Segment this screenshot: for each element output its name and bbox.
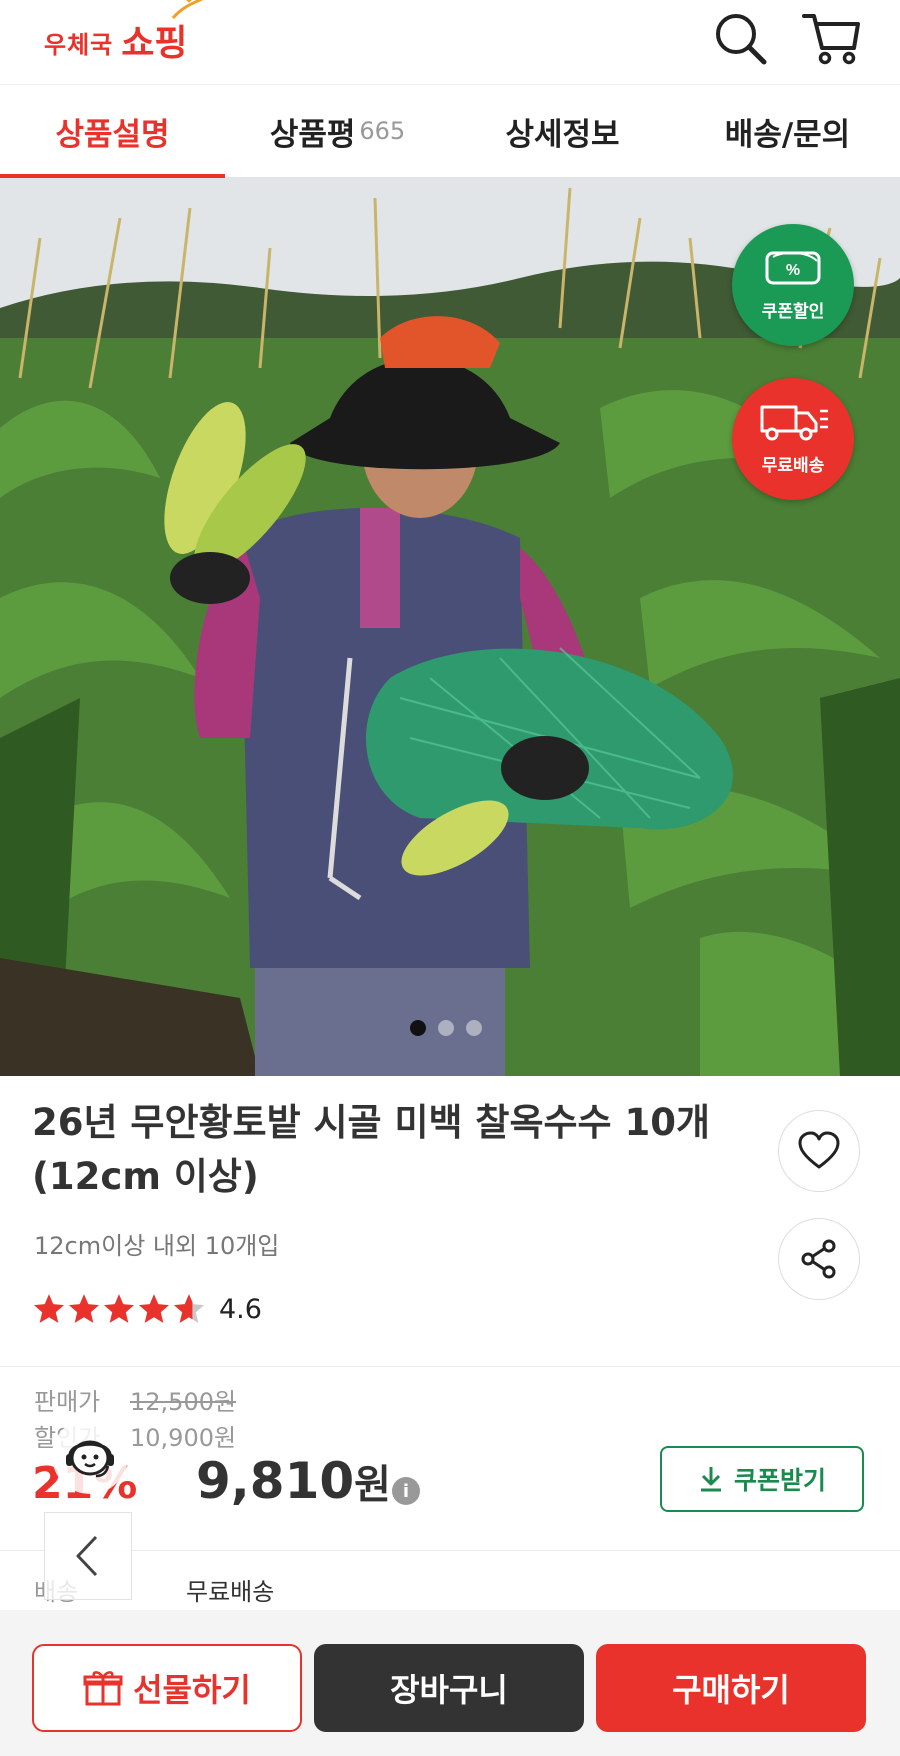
product-title-line1: 26년 무안황토밭 시골 미백 찰옥수수 10개 xyxy=(32,1101,710,1144)
bottom-action-bar: 선물하기 장바구니 구매하기 xyxy=(0,1610,900,1756)
svg-text:%: % xyxy=(786,262,800,279)
gift-icon xyxy=(83,1671,123,1706)
final-price: 9,810원 xyxy=(196,1452,391,1510)
delivery-truck-icon xyxy=(760,405,828,441)
shipping-badge-label: 무료배송 xyxy=(761,456,825,476)
star-icon-full xyxy=(138,1294,170,1323)
carousel-dot-active[interactable] xyxy=(410,1020,426,1036)
logo-big-text: 쇼핑 xyxy=(121,0,203,66)
star-icon-full xyxy=(33,1294,65,1323)
product-page: 우체국 쇼핑 상품설명 상품평 665 상세정보 배송/문의 % 쿠폰할인 무료… xyxy=(0,0,900,1756)
carousel-dot[interactable] xyxy=(466,1020,482,1036)
header: 우체국 쇼핑 xyxy=(0,0,900,84)
cart-button-label: 장바구니 xyxy=(390,1671,508,1709)
tab-reviews[interactable]: 상품평 665 xyxy=(225,85,450,177)
final-price-amount: 9,810 xyxy=(196,1452,355,1510)
carousel-pagination xyxy=(410,1020,482,1036)
logo-small-text: 우체국 xyxy=(44,31,114,59)
add-to-cart-button[interactable]: 장바구니 xyxy=(314,1644,584,1732)
buy-button-label: 구매하기 xyxy=(672,1671,790,1709)
coupon-discount-badge: % 쿠폰할인 xyxy=(732,224,854,346)
cart-icon[interactable] xyxy=(800,6,864,70)
logo-swoosh-icon xyxy=(172,0,203,20)
product-subtitle: 12cm이상 내외 10개입 xyxy=(34,1232,280,1260)
rating-value: 4.6 xyxy=(219,1293,262,1325)
tab-shipping-inquiry[interactable]: 배송/문의 xyxy=(675,85,900,177)
tab-bar: 상품설명 상품평 665 상세정보 배송/문의 xyxy=(0,84,900,179)
rating-summary[interactable]: 4.6 xyxy=(32,1292,262,1326)
tab-details-label: 상세정보 xyxy=(505,116,620,153)
wishlist-button[interactable] xyxy=(778,1110,860,1192)
carousel-dot[interactable] xyxy=(438,1020,454,1036)
share-icon xyxy=(801,1239,836,1279)
final-price-unit: 원 xyxy=(354,1462,391,1508)
gift-button[interactable]: 선물하기 xyxy=(32,1644,302,1732)
chevron-left-icon xyxy=(76,1535,98,1577)
chatbot-headset-icon xyxy=(66,1440,114,1478)
coupon-badge-label: 쿠폰할인 xyxy=(761,302,825,322)
logo[interactable]: 우체국 쇼핑 xyxy=(44,0,203,70)
tab-shipping-label: 배송/문의 xyxy=(724,116,851,153)
star-icon-full xyxy=(103,1294,135,1323)
share-button[interactable] xyxy=(778,1218,860,1300)
get-coupon-label: 쿠폰받기 xyxy=(733,1466,826,1495)
buy-now-button[interactable]: 구매하기 xyxy=(596,1644,866,1732)
back-button[interactable] xyxy=(44,1512,132,1600)
tab-description[interactable]: 상품설명 xyxy=(0,85,225,179)
chatbot-button[interactable] xyxy=(52,1418,128,1494)
heart-icon xyxy=(798,1131,840,1169)
star-icon-partial xyxy=(173,1294,205,1323)
shipping-value: 무료배송 xyxy=(186,1578,275,1606)
free-shipping-badge: 무료배송 xyxy=(732,378,854,500)
get-coupon-button[interactable]: 쿠폰받기 xyxy=(660,1446,864,1512)
product-title-line2: (12cm 이상) xyxy=(32,1155,259,1198)
download-icon xyxy=(700,1467,721,1492)
coupon-percent-icon: % xyxy=(765,251,821,285)
star-icon-full xyxy=(68,1294,100,1323)
discount-price: 10,900원 xyxy=(130,1424,237,1452)
product-title: 26년 무안황토밭 시골 미백 찰옥수수 10개 (12cm 이상) xyxy=(32,1096,752,1204)
logo-big-label: 쇼핑 xyxy=(121,23,188,64)
tab-reviews-label: 상품평 xyxy=(269,116,356,153)
tab-description-label: 상품설명 xyxy=(55,116,170,153)
original-price: 12,500원 xyxy=(130,1388,237,1416)
sale-price-label: 판매가 xyxy=(34,1388,101,1416)
gift-button-label: 선물하기 xyxy=(133,1671,251,1709)
review-count: 665 xyxy=(359,117,406,145)
tab-details[interactable]: 상세정보 xyxy=(450,85,675,177)
search-icon[interactable] xyxy=(708,6,772,70)
divider xyxy=(0,1366,900,1367)
product-image-carousel[interactable]: % 쿠폰할인 무료배송 xyxy=(0,178,900,1076)
price-info-icon[interactable]: i xyxy=(392,1477,420,1505)
divider xyxy=(0,1550,900,1551)
